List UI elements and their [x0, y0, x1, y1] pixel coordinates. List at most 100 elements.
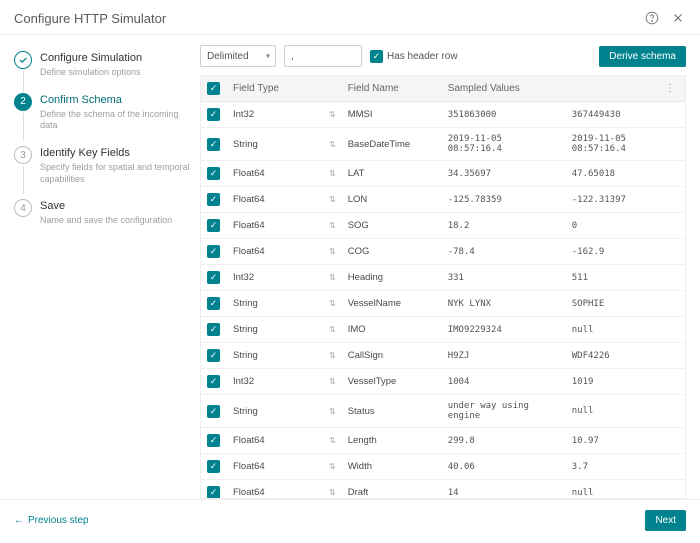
sampled-value-1: 18.2 — [442, 213, 566, 239]
field-type-cell[interactable]: String — [227, 128, 323, 161]
row-checkbox[interactable]: ✓ — [207, 486, 220, 499]
step-confirm-schema[interactable]: 2 Confirm Schema Define the schema of th… — [14, 93, 190, 132]
row-checkbox[interactable]: ✓ — [207, 193, 220, 206]
sampled-value-2: 511 — [566, 265, 685, 291]
sampled-value-1: H9ZJ — [442, 343, 566, 369]
step-connector — [23, 113, 24, 141]
table-row: ✓Float64⇅LAT34.3569747.65018 — [201, 161, 685, 187]
sort-icon[interactable]: ⇅ — [329, 351, 336, 360]
row-checkbox[interactable]: ✓ — [207, 375, 220, 388]
field-name-cell: COG — [342, 239, 442, 265]
row-checkbox[interactable]: ✓ — [207, 108, 220, 121]
table-row: ✓Int32⇅MMSI351863000367449430 — [201, 102, 685, 128]
step-identify-key-fields[interactable]: 3 Identify Key Fields Specify fields for… — [14, 146, 190, 185]
row-checkbox[interactable]: ✓ — [207, 460, 220, 473]
sampled-value-1: 351863000 — [442, 102, 566, 128]
step-title: Configure Simulation — [40, 52, 142, 64]
field-type-cell[interactable]: Int32 — [227, 369, 323, 395]
schema-toolbar: Delimited ▾ ✓ Has header row Derive sche… — [200, 45, 686, 67]
sort-icon[interactable]: ⇅ — [329, 462, 336, 471]
row-checkbox[interactable]: ✓ — [207, 434, 220, 447]
field-type-cell[interactable]: Int32 — [227, 102, 323, 128]
step-desc: Define the schema of the incoming data — [40, 109, 190, 132]
sort-icon[interactable]: ⇅ — [329, 273, 336, 282]
more-icon[interactable]: ⋮ — [665, 83, 679, 94]
sampled-value-2: 3.7 — [566, 454, 685, 480]
row-checkbox[interactable]: ✓ — [207, 405, 220, 418]
schema-table: ✓ Field Type Field Name Sampled Values ⋮… — [201, 76, 685, 499]
table-row: ✓String⇅IMOIMO9229324null — [201, 317, 685, 343]
sampled-value-2: WDF4226 — [566, 343, 685, 369]
delimiter-input[interactable] — [284, 45, 362, 67]
schema-panel: Delimited ▾ ✓ Has header row Derive sche… — [200, 35, 700, 499]
field-type-cell[interactable]: Float64 — [227, 428, 323, 454]
sampled-value-2: 2019-11-05 08:57:16.4 — [566, 128, 685, 161]
previous-step-link[interactable]: ← Previous step — [14, 515, 89, 526]
row-checkbox[interactable]: ✓ — [207, 349, 220, 362]
derive-schema-button[interactable]: Derive schema — [599, 46, 686, 67]
sampled-value-1: 1004 — [442, 369, 566, 395]
field-name-cell: LON — [342, 187, 442, 213]
sort-icon[interactable]: ⇅ — [329, 195, 336, 204]
table-row: ✓Float64⇅LON-125.78359-122.31397 — [201, 187, 685, 213]
sort-icon[interactable]: ⇅ — [329, 377, 336, 386]
field-type-cell[interactable]: String — [227, 343, 323, 369]
field-type-cell[interactable]: Float64 — [227, 187, 323, 213]
sort-icon[interactable]: ⇅ — [329, 221, 336, 230]
row-checkbox[interactable]: ✓ — [207, 271, 220, 284]
row-checkbox[interactable]: ✓ — [207, 323, 220, 336]
sort-icon[interactable]: ⇅ — [329, 299, 336, 308]
sampled-value-2: 10.97 — [566, 428, 685, 454]
select-all-checkbox[interactable]: ✓ — [207, 82, 220, 95]
field-name-cell: VesselName — [342, 291, 442, 317]
help-icon[interactable] — [644, 10, 660, 26]
check-icon — [14, 51, 32, 69]
field-type-cell[interactable]: String — [227, 317, 323, 343]
field-name-cell: Width — [342, 454, 442, 480]
sort-icon[interactable]: ⇅ — [329, 325, 336, 334]
sampled-value-2: null — [566, 480, 685, 500]
step-configure-simulation[interactable]: Configure Simulation Define simulation o… — [14, 51, 190, 79]
sampled-value-2: 47.65018 — [566, 161, 685, 187]
step-title: Confirm Schema — [40, 94, 190, 106]
sampled-value-1: under way using engine — [442, 395, 566, 428]
checkbox-checked-icon: ✓ — [370, 50, 383, 63]
row-checkbox[interactable]: ✓ — [207, 167, 220, 180]
field-type-cell[interactable]: Float64 — [227, 161, 323, 187]
field-type-cell[interactable]: Float64 — [227, 213, 323, 239]
field-type-cell[interactable]: Float64 — [227, 239, 323, 265]
sampled-value-1: NYK LYNX — [442, 291, 566, 317]
field-type-cell[interactable]: Float64 — [227, 480, 323, 500]
field-type-cell[interactable]: String — [227, 291, 323, 317]
field-type-cell[interactable]: String — [227, 395, 323, 428]
format-select[interactable]: Delimited — [200, 45, 276, 67]
sort-icon[interactable]: ⇅ — [329, 140, 336, 149]
table-row: ✓String⇅CallSignH9ZJWDF4226 — [201, 343, 685, 369]
field-type-cell[interactable]: Int32 — [227, 265, 323, 291]
sort-icon[interactable]: ⇅ — [329, 169, 336, 178]
sampled-value-1: 34.35697 — [442, 161, 566, 187]
field-name-cell: Length — [342, 428, 442, 454]
sort-icon[interactable]: ⇅ — [329, 488, 336, 497]
close-icon[interactable] — [670, 10, 686, 26]
dialog-header: Configure HTTP Simulator — [0, 0, 700, 35]
field-type-cell[interactable]: Float64 — [227, 454, 323, 480]
step-number-badge: 4 — [14, 199, 32, 217]
schema-table-wrapper[interactable]: ✓ Field Type Field Name Sampled Values ⋮… — [200, 75, 686, 499]
row-checkbox[interactable]: ✓ — [207, 245, 220, 258]
sort-icon[interactable]: ⇅ — [329, 247, 336, 256]
sort-icon[interactable]: ⇅ — [329, 407, 336, 416]
step-save[interactable]: 4 Save Name and save the configuration — [14, 199, 190, 227]
table-row: ✓Int32⇅VesselType10041019 — [201, 369, 685, 395]
row-checkbox[interactable]: ✓ — [207, 219, 220, 232]
sort-icon[interactable]: ⇅ — [329, 110, 336, 119]
field-name-cell: Heading — [342, 265, 442, 291]
step-desc: Specify fields for spatial and temporal … — [40, 162, 190, 185]
row-checkbox[interactable]: ✓ — [207, 297, 220, 310]
header-row-checkbox[interactable]: ✓ Has header row — [370, 50, 458, 63]
sampled-value-2: 1019 — [566, 369, 685, 395]
next-button[interactable]: Next — [645, 510, 686, 531]
sampled-value-1: 14 — [442, 480, 566, 500]
sort-icon[interactable]: ⇅ — [329, 436, 336, 445]
row-checkbox[interactable]: ✓ — [207, 138, 220, 151]
